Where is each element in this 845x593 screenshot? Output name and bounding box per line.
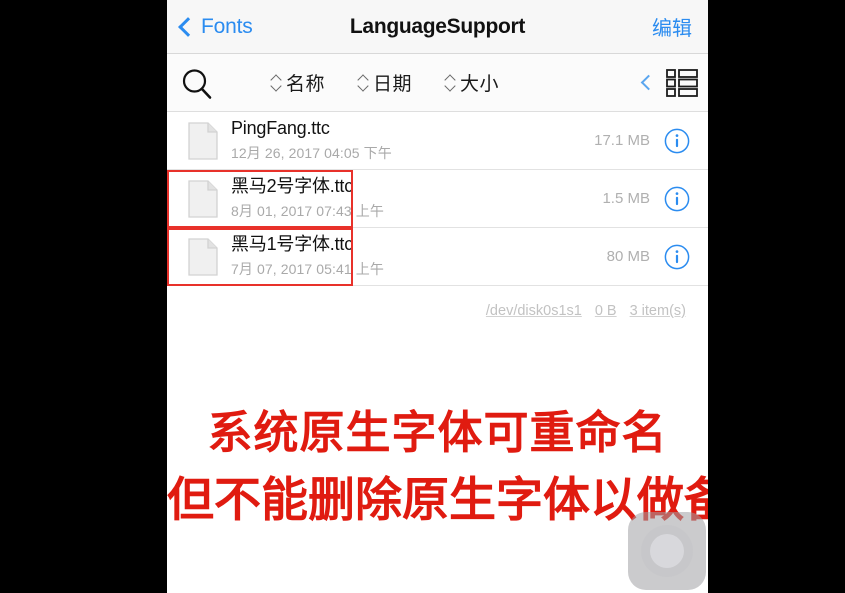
navigation-bar: Fonts LanguageSupport 编辑	[167, 0, 708, 54]
assistive-touch-core	[650, 534, 684, 568]
info-circle-icon[interactable]	[664, 186, 690, 212]
file-size: 17.1 MB	[594, 132, 650, 149]
sort-by-name[interactable]: 名称	[272, 69, 325, 96]
sort-by-date-label: 日期	[373, 74, 413, 95]
free-space: 0 B	[594, 303, 617, 319]
file-date: 8月 01, 2017 07:43 上午	[231, 202, 384, 219]
document-icon	[188, 179, 218, 218]
file-info: PingFang.ttc 12月 26, 2017 04:05 下午	[231, 118, 594, 163]
sort-by-size-label: 大小	[460, 74, 500, 95]
item-count: 3 item(s)	[629, 303, 686, 319]
info-circle-icon[interactable]	[664, 128, 690, 154]
sort-arrows-icon	[359, 75, 368, 91]
sort-by-size[interactable]: 大小	[446, 69, 499, 96]
file-size: 80 MB	[606, 248, 650, 265]
info-circle-icon[interactable]	[664, 244, 690, 270]
sort-by-name-label: 名称	[286, 74, 326, 95]
file-name: 黑马2号字体.ttc	[231, 176, 354, 197]
list-view-icon[interactable]	[666, 68, 698, 97]
table-row[interactable]: 黑马1号字体.ttc 7月 07, 2017 05:41 上午 80 MB	[167, 228, 708, 286]
assistive-touch-button[interactable]	[628, 512, 706, 590]
document-icon	[188, 237, 218, 276]
sort-arrows-icon	[446, 75, 455, 91]
file-date: 12月 26, 2017 04:05 下午	[231, 144, 392, 161]
app-content: Fonts LanguageSupport 编辑 名称 日期 大小 PingFa…	[167, 0, 708, 593]
sort-by-date[interactable]: 日期	[359, 69, 412, 96]
annotation-caption-1: 系统原生字体可重命名	[207, 406, 668, 459]
file-name: PingFang.ttc	[231, 118, 330, 139]
sort-toolbar: 名称 日期 大小	[167, 54, 708, 112]
file-info: 黑马1号字体.ttc 7月 07, 2017 05:41 上午	[231, 234, 607, 279]
file-size: 1.5 MB	[602, 190, 650, 207]
page-title: LanguageSupport	[349, 14, 526, 38]
toolbar-right-controls	[640, 54, 698, 111]
annotation-caption-2: 但不能删除原生字体以做备份	[167, 473, 708, 528]
screenshot-root: Fonts LanguageSupport 编辑 名称 日期 大小 PingFa…	[0, 0, 845, 593]
edit-button[interactable]: 编辑	[652, 0, 692, 53]
search-icon[interactable]	[179, 66, 215, 102]
sort-arrows-icon	[272, 75, 281, 91]
file-info: 黑马2号字体.ttc 8月 01, 2017 07:43 上午	[231, 176, 602, 221]
assistive-touch-ring	[641, 525, 693, 577]
table-row[interactable]: PingFang.ttc 12月 26, 2017 04:05 下午 17.1 …	[167, 112, 708, 170]
file-date: 7月 07, 2017 05:41 上午	[231, 260, 384, 277]
file-name: 黑马1号字体.ttc	[231, 234, 354, 255]
status-bar: /dev/disk0s1s1 0 B 3 item(s)	[167, 286, 708, 319]
sort-options: 名称 日期 大小	[272, 54, 499, 111]
file-list: PingFang.ttc 12月 26, 2017 04:05 下午 17.1 …	[167, 112, 708, 286]
chevron-left-icon[interactable]	[640, 74, 657, 91]
device-path: /dev/disk0s1s1	[485, 303, 582, 319]
table-row[interactable]: 黑马2号字体.ttc 8月 01, 2017 07:43 上午 1.5 MB	[167, 170, 708, 228]
document-icon	[188, 121, 218, 160]
